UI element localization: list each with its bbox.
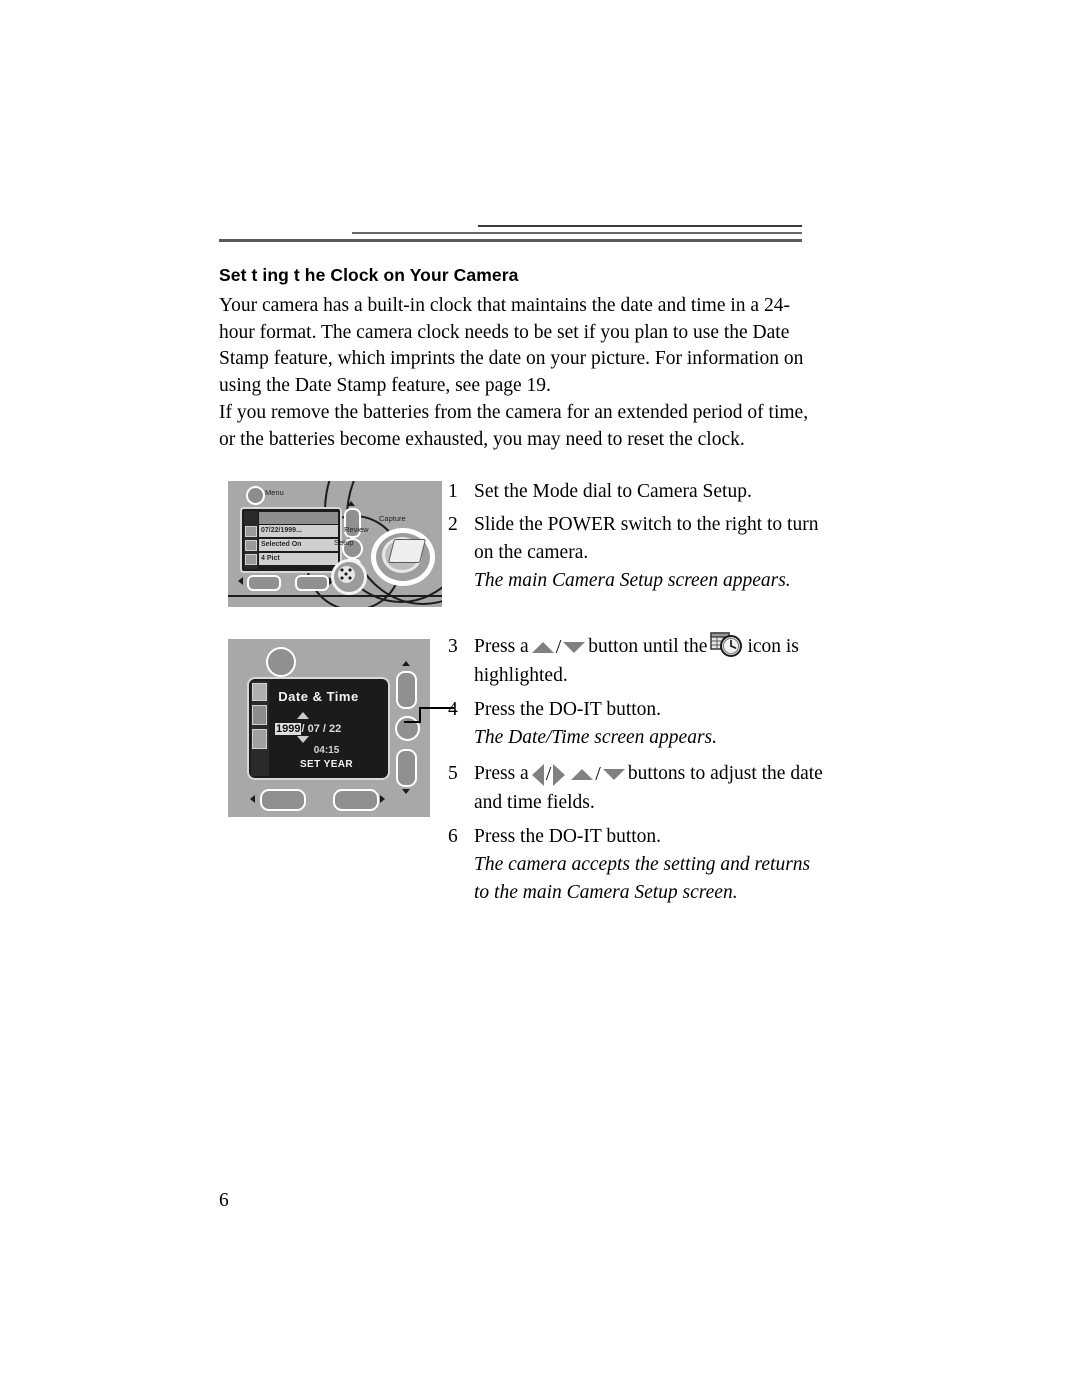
slash-separator: / xyxy=(555,636,562,659)
page-number: 6 xyxy=(219,1190,229,1211)
step-result-text: The Date/Time screen appears. xyxy=(474,727,717,749)
step-number: 5 xyxy=(448,763,458,785)
intro-paragraph-2: If you remove the batteries from the cam… xyxy=(219,402,809,450)
lcd-date-remainder: / 07 / 22 xyxy=(301,723,342,735)
camera-bottom-edge xyxy=(228,595,442,597)
lcd-icon-sidebar xyxy=(244,511,258,569)
step-result-text: The main Camera Setup screen appears. xyxy=(474,570,791,591)
leftright-arrow-pair: / xyxy=(529,760,569,789)
callout-leader-line-step-4 xyxy=(404,706,460,728)
right-soft-button[interactable] xyxy=(333,789,379,811)
step-text: Slide the POWER switch to the right to t… xyxy=(474,514,819,563)
step3-text-middle: button until the xyxy=(588,636,708,657)
step-text: Set the Mode dial to Camera Setup. xyxy=(474,481,752,502)
up-arrow-mark xyxy=(347,501,355,506)
procedure-step-list: 1 Set the Mode dial to Camera Setup. 2 S… xyxy=(448,478,828,907)
down-arrow-mark xyxy=(402,789,410,794)
step-text: Press a / / buttons to adjust the date and … xyxy=(474,760,828,817)
lcd-increment-arrow-icon xyxy=(297,712,309,719)
lcd-row: Selected On xyxy=(259,539,338,551)
right-soft-button[interactable] xyxy=(295,575,329,591)
lcd-screen-date-time: Date & Time 1999/ 07 / 22 04:15 SET YEAR xyxy=(247,677,390,780)
triangle-down-icon xyxy=(602,769,625,781)
triangle-right-icon xyxy=(553,763,566,786)
slash-separator: / xyxy=(545,763,552,786)
left-arrow-mark xyxy=(238,577,243,585)
lcd-year-highlighted[interactable]: 1999 xyxy=(275,723,302,735)
mode-dial-label-review: Review xyxy=(344,525,369,534)
step-item: 2 Slide the POWER switch to the right to… xyxy=(448,511,828,595)
mode-dial-label-capture: Capture xyxy=(379,514,406,523)
step-item: 3 Press a / button until the icon is highl… xyxy=(448,631,828,690)
step-number: 2 xyxy=(448,514,458,535)
mode-dial-label-setup: Setup xyxy=(334,538,354,547)
left-soft-button[interactable] xyxy=(247,575,281,591)
down-button[interactable] xyxy=(396,749,417,787)
lcd-sidebar-icon-album xyxy=(245,554,257,565)
lcd-sidebar-icon-camera xyxy=(245,540,257,551)
lcd-row xyxy=(259,512,338,524)
intro-paragraph-1: Your camera has a built-in clock that ma… xyxy=(219,295,804,396)
right-arrow-mark xyxy=(380,795,385,803)
step-number: 1 xyxy=(448,481,458,502)
slash-separator: / xyxy=(595,763,601,786)
left-soft-button[interactable] xyxy=(260,789,306,811)
lcd-sidebar-icon-camera[interactable] xyxy=(252,705,267,725)
up-arrow-mark xyxy=(402,661,410,666)
lcd-time-value: 04:15 xyxy=(313,745,340,756)
lcd-row: 07/22/1999... xyxy=(259,525,338,537)
lcd-sidebar-icon-date xyxy=(245,526,257,537)
step-result-text: The camera accepts the setting and retur… xyxy=(474,854,811,904)
triangle-up-icon xyxy=(571,769,594,781)
header-rule-middle xyxy=(352,232,802,234)
lcd-title: Date & Time xyxy=(278,689,359,704)
step3-text-before: Press a xyxy=(474,636,529,657)
date-time-calendar-clock-icon xyxy=(710,631,744,659)
figure-camera-setup-screen: Menu 07/22/1999... Selected On 4 Pict Ca… xyxy=(228,481,442,607)
step-text: Press a / button until the icon is highlig… xyxy=(474,631,828,690)
step-item: 4 Press the DO-IT button. The Date/Time … xyxy=(448,696,828,752)
updown-arrow-pair: / xyxy=(529,633,589,662)
step-item: 6 Press the DO-IT button. The camera acc… xyxy=(448,823,828,907)
triangle-up-icon xyxy=(531,642,554,654)
header-rule-top xyxy=(478,225,802,227)
updown-arrow-pair: / xyxy=(568,760,628,789)
figure-date-time-screen: Date & Time 1999/ 07 / 22 04:15 SET YEAR xyxy=(228,639,430,817)
up-button[interactable] xyxy=(396,671,417,709)
lcd-decrement-arrow-icon xyxy=(297,736,309,743)
triangle-down-icon xyxy=(563,642,586,654)
header-rule-group xyxy=(0,0,1080,242)
menu-button[interactable] xyxy=(246,486,265,505)
step5-text-before: Press a xyxy=(474,763,529,785)
triangle-left-icon xyxy=(531,763,544,786)
step-item: 5 Press a / / buttons to adjust the date an… xyxy=(448,760,828,817)
lcd-screen-setup: 07/22/1999... Selected On 4 Pict xyxy=(240,507,342,573)
mode-dial-pointer xyxy=(388,539,426,563)
step-text: Press the DO-IT button. xyxy=(474,699,662,721)
step-number: 3 xyxy=(448,636,458,657)
left-arrow-mark xyxy=(250,795,255,803)
page-title: Set t ing t he Clock on Your Camera xyxy=(219,265,519,285)
step-item: 1 Set the Mode dial to Camera Setup. xyxy=(448,478,828,506)
lcd-prompt: SET YEAR xyxy=(299,759,354,770)
step-number: 6 xyxy=(448,826,458,848)
step-text: Press the DO-IT button. xyxy=(474,826,662,848)
lcd-row: 4 Pict xyxy=(259,553,338,565)
menu-button-label: Menu xyxy=(265,488,284,497)
menu-button[interactable] xyxy=(266,647,296,677)
speaker-grid-icon xyxy=(338,566,355,583)
lcd-date-value: 1999/ 07 / 22 xyxy=(275,723,341,735)
header-rule-bottom xyxy=(219,239,802,242)
